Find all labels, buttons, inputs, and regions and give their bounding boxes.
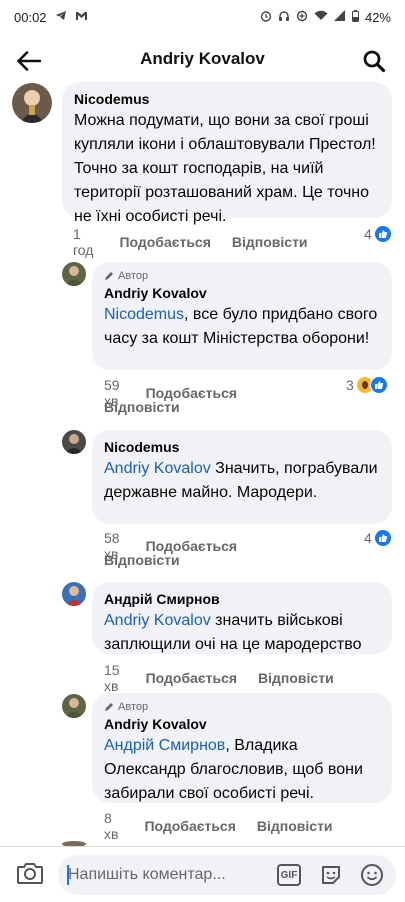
reaction-count[interactable]: 3 (346, 376, 388, 394)
avatar[interactable] (62, 582, 86, 606)
reaction-count[interactable]: 4 (364, 225, 392, 243)
comment-text: Andriy Kovalov значить військові заплющи… (104, 609, 380, 657)
camera-button[interactable] (16, 861, 44, 887)
alarm-icon (260, 10, 272, 25)
comment-text: Андрій Смирнов, Владика Олександр благос… (104, 734, 380, 806)
emoji-icon (361, 864, 383, 886)
comment-bubble: Nicodemus Andriy Kovalov Значить, пограб… (92, 430, 392, 524)
sticker-icon (322, 866, 340, 884)
header: Andriy Kovalov (0, 34, 405, 88)
headphones-icon (278, 10, 290, 25)
comment-input-box: GIF (58, 855, 396, 895)
reaction-number: 4 (364, 530, 372, 546)
comment-author[interactable]: Andriy Kovalov (104, 715, 380, 734)
reply-button[interactable]: Відповісти (258, 670, 334, 686)
signal-icon (333, 10, 346, 24)
avatar[interactable] (62, 430, 86, 454)
comment-author[interactable]: Andriy Kovalov (104, 284, 380, 303)
like-button[interactable]: Подобається (144, 818, 235, 834)
comment-author[interactable]: Nicodemus (74, 90, 380, 109)
status-bar: 00:02 42% (0, 0, 405, 34)
like-button[interactable]: Подобається (119, 234, 210, 250)
like-button[interactable]: Подобається (146, 670, 237, 686)
comment-time[interactable]: 15 хв (104, 662, 120, 694)
status-time: 00:02 (14, 9, 47, 25)
mention-link[interactable]: Nicodemus (104, 306, 184, 323)
comment-bubble: Автор Andriy Kovalov Андрій Смирнов, Вла… (92, 693, 392, 803)
reply-button[interactable]: Відповісти (104, 552, 180, 568)
comment-actions: 1 год Подобається Відповісти (73, 226, 329, 258)
comment-text: Nicodemus, все було придбано свого часу … (104, 303, 380, 351)
comment-author[interactable]: Андрій Смирнов (104, 590, 380, 609)
data-saver-icon (296, 10, 308, 25)
avatar[interactable] (62, 694, 86, 718)
comment-input[interactable] (68, 855, 268, 895)
comment-bubble: Андрій Смирнов Andriy Kovalov значить ві… (92, 582, 392, 654)
reply-button[interactable]: Відповісти (257, 818, 333, 834)
camera-icon (17, 863, 43, 884)
author-tag: Автор (104, 701, 380, 713)
comment-text: Можна подумати, що вони за свої гроші ку… (74, 112, 376, 225)
battery-percent: 42% (364, 9, 391, 25)
avatar[interactable] (12, 83, 52, 123)
battery-icon (351, 9, 359, 25)
author-tag: Автор (104, 270, 380, 282)
comment-bubble: Nicodemus Можна подумати, що вони за сво… (62, 82, 392, 225)
comment-composer: GIF (0, 846, 405, 902)
sticker-button[interactable] (319, 863, 343, 887)
like-reaction-icon (369, 376, 388, 394)
reaction-number: 3 (346, 377, 354, 393)
reaction-number: 4 (364, 226, 372, 242)
pencil-icon (105, 703, 113, 711)
avatar[interactable] (62, 262, 86, 286)
author-tag-label: Автор (118, 270, 149, 282)
gmail-icon (75, 11, 88, 24)
telegram-icon (55, 10, 67, 24)
reaction-count[interactable]: 4 (364, 529, 392, 547)
mention-link[interactable]: Андрій Смирнов (104, 737, 225, 754)
comment-author[interactable]: Nicodemus (104, 438, 380, 457)
search-button[interactable] (359, 46, 389, 76)
like-reaction-icon (373, 529, 392, 547)
wifi-icon (314, 10, 328, 24)
mention-link[interactable]: Andriy Kovalov (104, 612, 211, 629)
comment-text: Andriy Kovalov Значить, пограбували держ… (104, 457, 380, 505)
emoji-button[interactable] (360, 863, 384, 887)
comment-actions: 8 хв Подобається Відповісти (104, 810, 354, 842)
comment-actions: 15 хв Подобається Відповісти (104, 662, 355, 694)
mention-link[interactable]: Andriy Kovalov (104, 460, 211, 477)
comment-time[interactable]: 8 хв (104, 810, 118, 842)
author-tag-label: Автор (118, 701, 149, 713)
reply-button[interactable]: Відповісти (104, 399, 180, 415)
comment-bubble: Автор Andriy Kovalov Nicodemus, все було… (92, 262, 392, 370)
gif-button[interactable]: GIF (277, 864, 301, 886)
like-reaction-icon (373, 225, 392, 243)
reply-button[interactable]: Відповісти (232, 234, 308, 250)
search-icon (363, 50, 386, 73)
pencil-icon (105, 272, 113, 280)
comment-time[interactable]: 1 год (73, 226, 93, 258)
page-title: Andriy Kovalov (140, 49, 265, 68)
